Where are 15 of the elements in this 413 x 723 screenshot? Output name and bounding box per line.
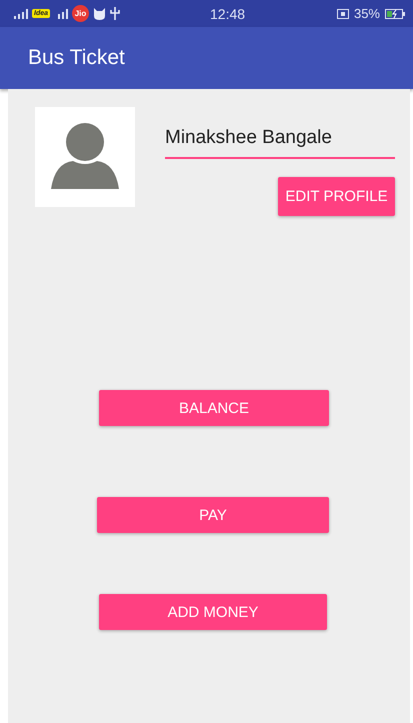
- name-field[interactable]: Minakshee Bangale: [165, 127, 395, 159]
- clock-time: 12:48: [209, 6, 246, 22]
- sd-card-icon: [336, 8, 349, 18]
- battery-percentage: 35%: [354, 6, 380, 21]
- action-button[interactable]: ADD MONEY: [99, 594, 327, 630]
- app-title: Bus Ticket: [28, 46, 125, 70]
- action-button[interactable]: BALANCE: [99, 390, 329, 426]
- battery-icon: [385, 8, 405, 18]
- signal-icon: [14, 8, 28, 18]
- usb-icon: [110, 7, 120, 20]
- cat-icon: [93, 8, 106, 20]
- carrier-badge: Jio: [72, 5, 90, 22]
- person-silhouette-icon: [49, 123, 121, 191]
- action-button[interactable]: PAY: [97, 497, 329, 533]
- edit-profile-button[interactable]: EDIT PROFILE: [278, 177, 395, 216]
